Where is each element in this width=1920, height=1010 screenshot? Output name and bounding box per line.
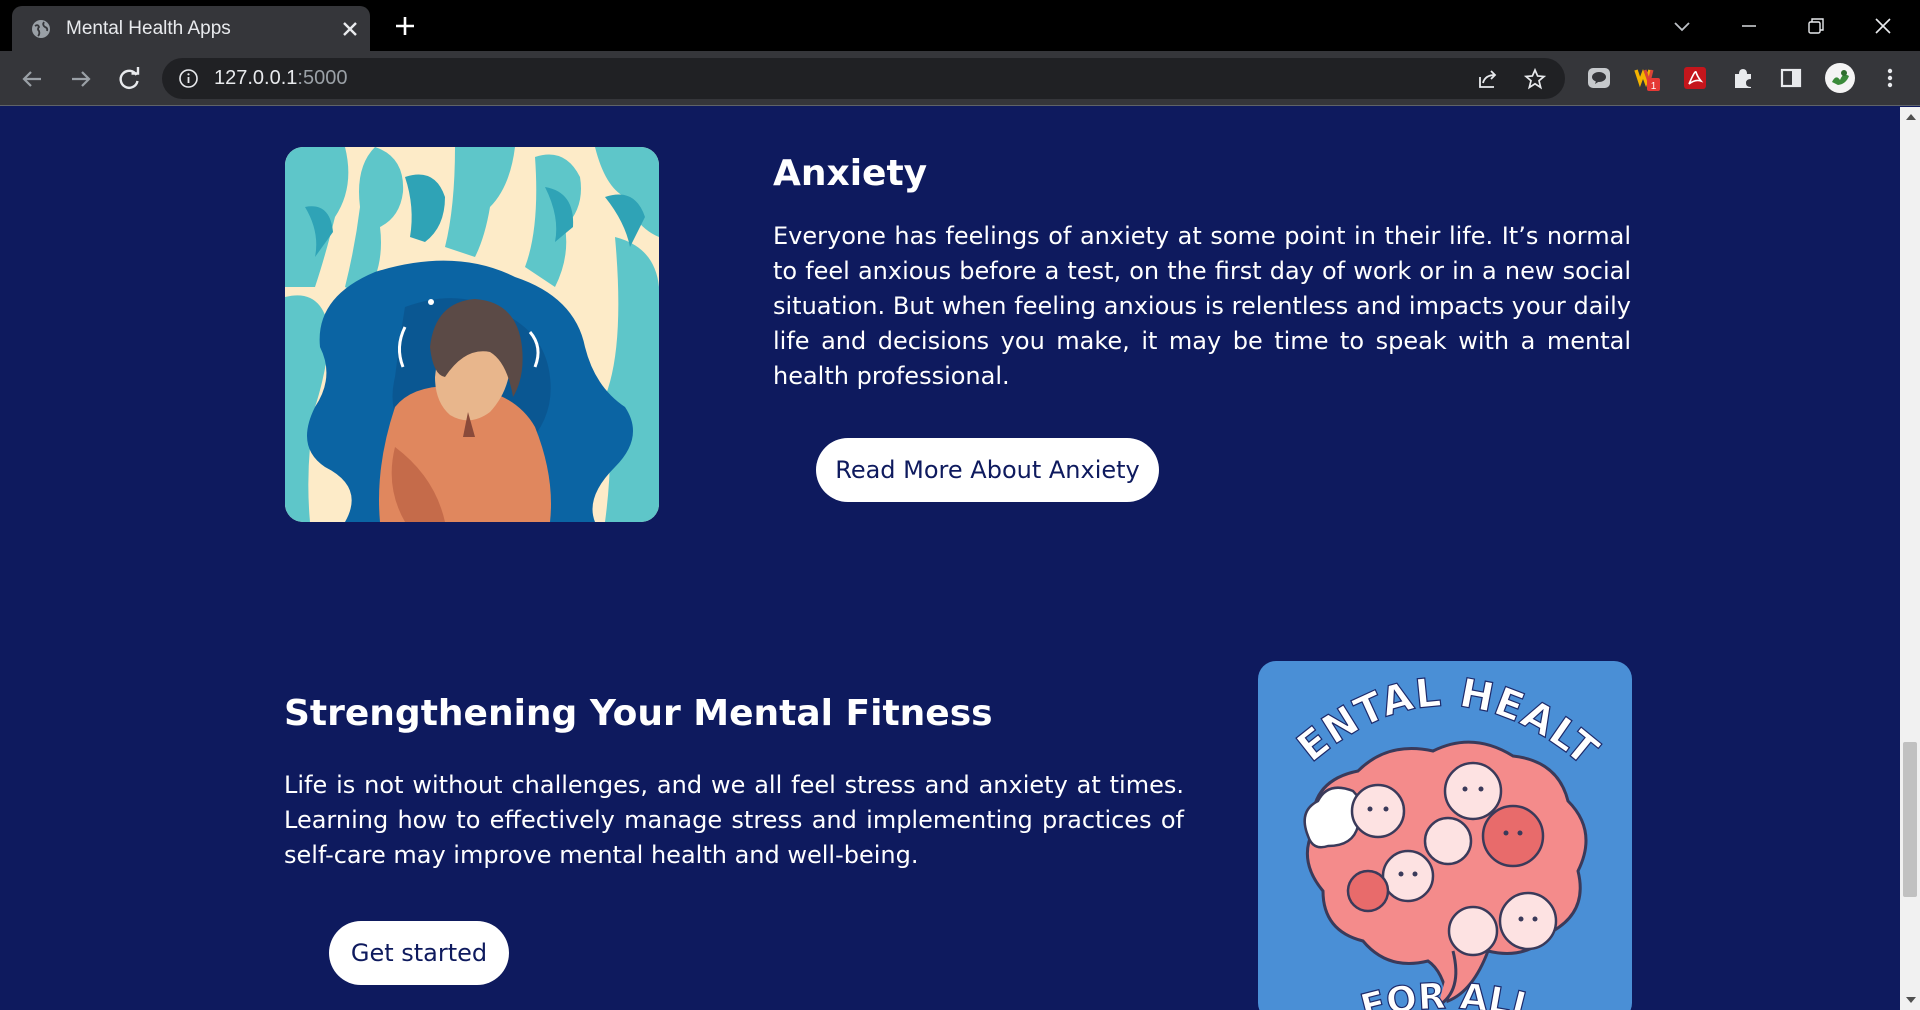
badge-extension-icon[interactable]: 1 [1633,64,1661,92]
forward-arrow-icon[interactable] [66,64,96,94]
url-port: :5000 [297,67,348,89]
mental-fitness-description: Life is not without challenges, and we a… [284,771,1184,869]
url-host: 127.0.0.1 [214,67,298,89]
page-scrollbar[interactable] [1900,107,1920,1010]
url-text: 127.0.0.1:5000 [214,67,347,90]
browser-tab[interactable]: Mental Health Apps [12,6,370,51]
back-arrow-icon[interactable] [17,64,47,94]
tab-title: Mental Health Apps [66,18,231,39]
extension-badge-count: 1 [1651,81,1657,92]
chat-extension-icon[interactable] [1585,64,1613,92]
new-tab-icon[interactable] [392,13,418,39]
profile-avatar[interactable] [1824,62,1856,94]
mental-fitness-heading: Strengthening Your Mental Fitness [284,693,993,734]
read-more-anxiety-button[interactable]: Read More About Anxiety [816,438,1159,502]
anxiety-description: Everyone has feelings of anxiety at some… [773,222,1631,390]
close-window-icon[interactable] [1867,10,1899,42]
pdf-extension-icon[interactable] [1681,64,1709,92]
browser-toolbar: 127.0.0.1:5000 1 [0,51,1920,106]
address-bar[interactable]: 127.0.0.1:5000 [162,58,1565,99]
scrollbar-thumb[interactable] [1903,742,1917,897]
restore-icon[interactable] [1800,10,1832,42]
reload-icon[interactable] [114,64,144,94]
bookmark-star-icon[interactable] [1523,67,1547,91]
get-started-button[interactable]: Get started [329,921,509,985]
share-icon[interactable] [1476,67,1500,91]
extensions-puzzle-icon[interactable] [1729,64,1757,92]
tab-search-chevron-icon[interactable] [1666,10,1698,42]
scroll-up-arrow-icon[interactable] [1906,114,1916,120]
close-tab-icon[interactable] [338,17,362,41]
mental-health-poster: MENTAL HEALTH [1258,661,1632,1010]
scroll-down-arrow-icon[interactable] [1906,997,1916,1003]
anxiety-illustration [285,147,659,522]
menu-dots-icon[interactable] [1876,64,1904,92]
minimize-icon[interactable] [1733,10,1765,42]
anxiety-heading: Anxiety [773,153,928,194]
side-panel-icon[interactable] [1777,64,1805,92]
page-content: Anxiety Everyone has feelings of anxiety… [0,107,1900,1010]
tab-strip: Mental Health Apps [0,0,1920,51]
site-info-icon[interactable] [178,68,199,89]
globe-icon [32,20,50,38]
